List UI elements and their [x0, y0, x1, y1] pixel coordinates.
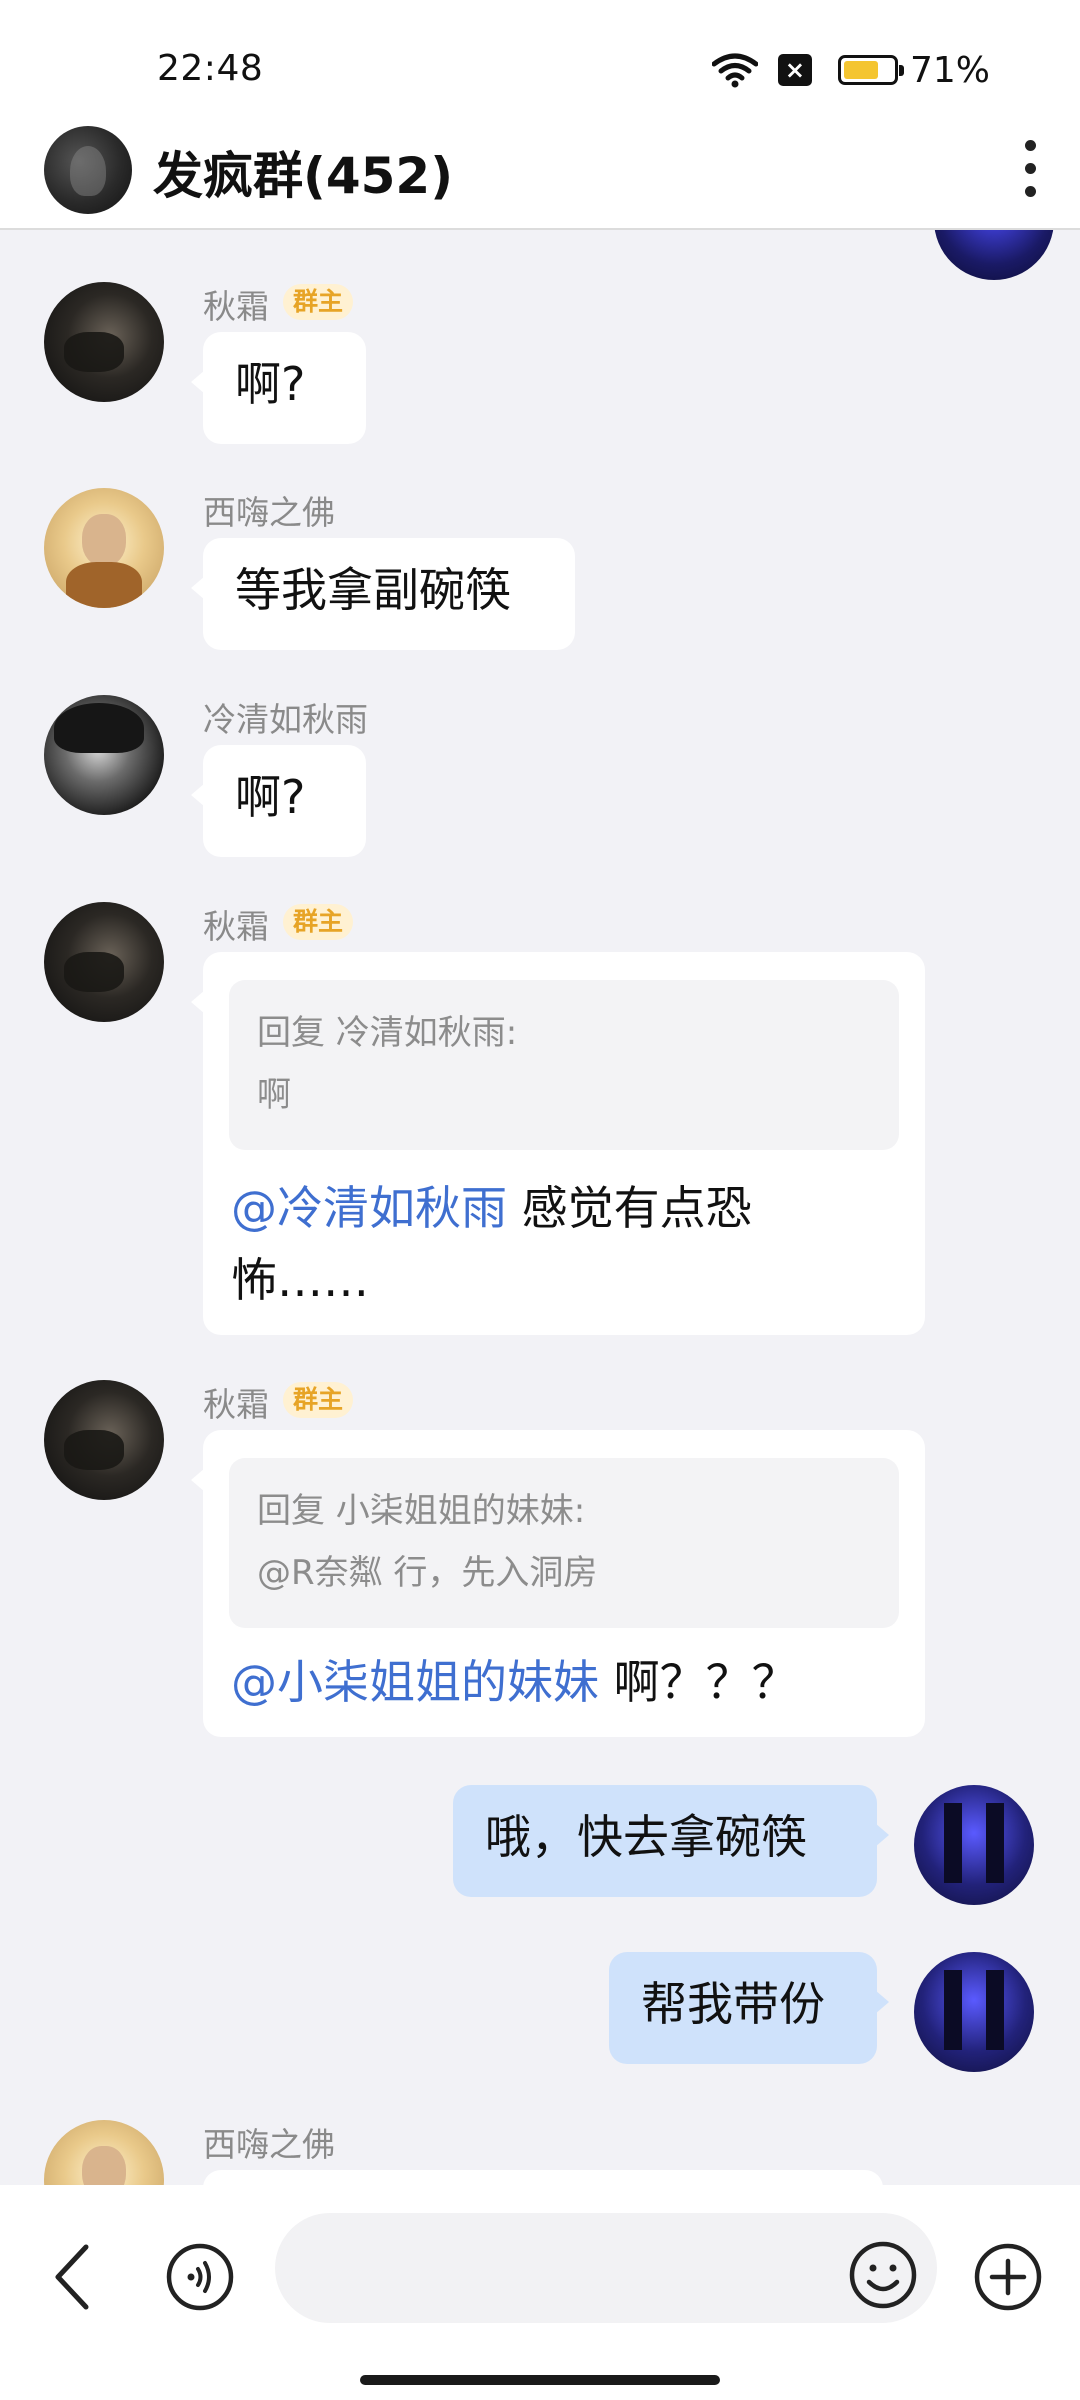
my-avatar[interactable]: [914, 1952, 1034, 2072]
sender-name: 西嗨之佛: [203, 2125, 335, 2164]
mention-link[interactable]: @冷清如秋雨: [231, 1181, 507, 1235]
message-text: 感觉有点恐: [507, 1181, 752, 1235]
plus-icon[interactable]: [973, 2242, 1043, 2312]
group-title[interactable]: 发疯群(452): [153, 136, 453, 208]
battery-percent: 71%: [909, 49, 990, 91]
quote-text: 啊: [257, 1075, 291, 1115]
quoted-message[interactable]: 回复 小柒姐姐的妹妹: @R奈粼 行，先入洞房: [229, 1458, 899, 1628]
message-bubble[interactable]: 啊?: [191, 332, 366, 444]
avatar[interactable]: [44, 2120, 164, 2185]
battery-icon: [837, 55, 904, 85]
message-bubble[interactable]: 等我拿副碗筷: [191, 538, 575, 650]
message-bubble[interactable]: 啊?: [191, 745, 366, 857]
sender-name: 冷清如秋雨: [203, 700, 368, 739]
avatar[interactable]: [44, 1380, 164, 1500]
avatar[interactable]: [44, 282, 164, 402]
back-icon[interactable]: [44, 2237, 104, 2317]
reply-message-bubble[interactable]: 回复 小柒姐姐的妹妹: @R奈粼 行，先入洞房 @小柒姐姐的妹妹 啊？？？: [191, 1430, 925, 1737]
my-message-bubble[interactable]: 帮我带份: [609, 1952, 889, 2064]
message-input[interactable]: [275, 2213, 937, 2323]
x-icon: ×: [777, 54, 812, 86]
reply-text: @小柒姐姐的妹妹 啊？？？: [231, 1646, 897, 1718]
quote-header: 回复 冷清如秋雨:: [257, 1013, 518, 1053]
mention-link[interactable]: @小柒姐姐的妹妹: [231, 1655, 599, 1709]
reply-text: @冷清如秋雨 感觉有点恐 怖……: [231, 1172, 897, 1316]
owner-badge: 群主: [283, 284, 354, 320]
sender-name: 秋霜: [203, 907, 269, 946]
reply-message-bubble[interactable]: 回复 冷清如秋雨: 啊 @冷清如秋雨 感觉有点恐 怖……: [191, 952, 925, 1335]
emoji-icon[interactable]: [848, 2240, 918, 2310]
message-list[interactable]: 秋霜 群主 啊? 西嗨之佛 等我拿副碗筷 冷清如秋雨 啊? 秋霜 群主 回复 冷…: [0, 230, 1080, 2185]
quote-text: @R奈粼 行，先入洞房: [257, 1553, 598, 1593]
sender-name: 秋霜: [203, 287, 269, 326]
avatar[interactable]: [44, 695, 164, 815]
owner-badge: 群主: [283, 904, 354, 940]
chat-header: 发疯群(452): [0, 118, 1080, 230]
status-icons: × 71%: [711, 49, 990, 91]
avatar[interactable]: [934, 230, 1054, 280]
wifi-icon: [711, 53, 758, 88]
message-text: 怖……: [231, 1253, 369, 1307]
owner-badge: 群主: [283, 1382, 354, 1418]
message-text: 啊？？？: [599, 1655, 798, 1709]
message-bubble[interactable]: [203, 2170, 883, 2185]
home-indicator[interactable]: [360, 2375, 720, 2385]
avatar[interactable]: [44, 902, 164, 1022]
quoted-message[interactable]: 回复 冷清如秋雨: 啊: [229, 980, 899, 1150]
input-bar: [0, 2185, 1080, 2400]
my-avatar[interactable]: [914, 1785, 1034, 1905]
quote-header: 回复 小柒姐姐的妹妹:: [257, 1491, 586, 1531]
avatar[interactable]: [44, 488, 164, 608]
status-time: 22:48: [157, 48, 264, 89]
status-bar: 22:48 × 71%: [0, 0, 1080, 118]
more-icon[interactable]: [1010, 140, 1050, 204]
group-avatar[interactable]: [44, 126, 132, 214]
battery-fill: [843, 61, 878, 79]
sender-name: 秋霜: [203, 1385, 269, 1424]
my-message-bubble[interactable]: 哦，快去拿碗筷: [453, 1785, 889, 1897]
sender-name: 西嗨之佛: [203, 493, 335, 532]
voice-icon[interactable]: [165, 2242, 235, 2312]
